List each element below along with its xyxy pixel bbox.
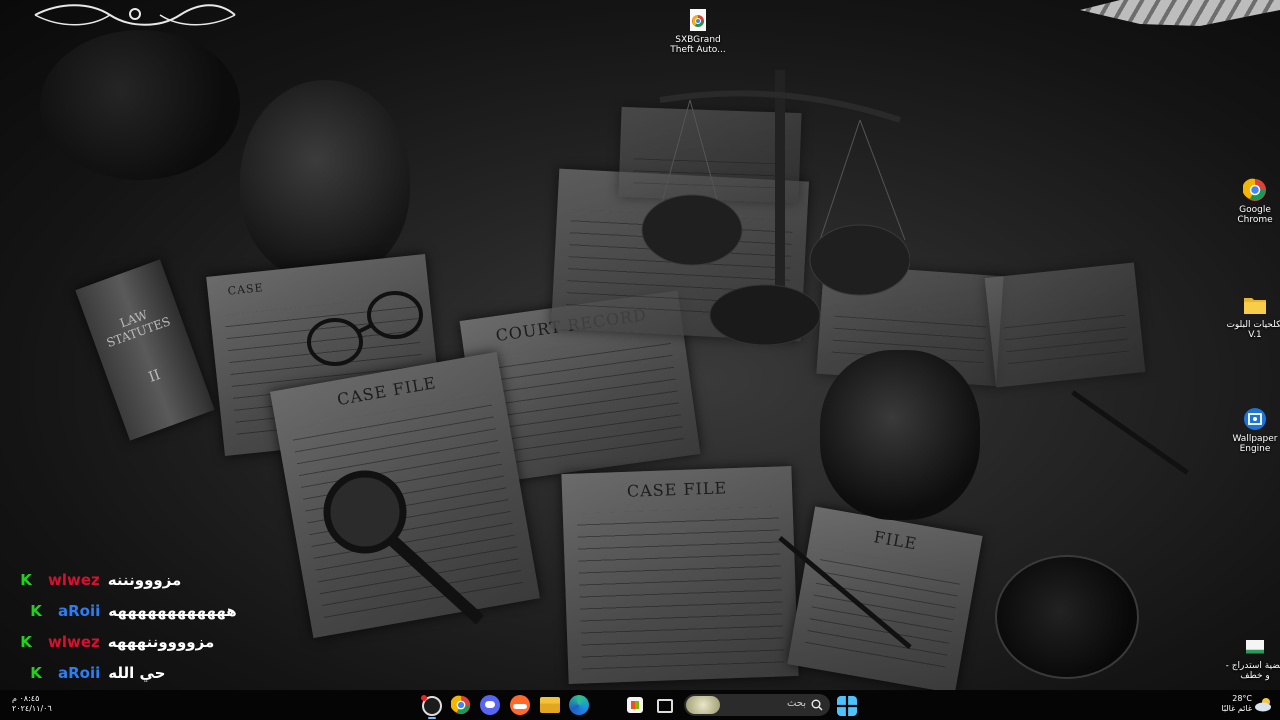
file-explorer-icon[interactable]: [540, 697, 560, 713]
chat-text: ههههههههههههه: [108, 602, 237, 620]
discord-icon[interactable]: [480, 695, 500, 715]
record-dot-icon: [421, 695, 427, 701]
kick-badge-icon: K: [20, 571, 32, 589]
document-icon: [1246, 640, 1264, 654]
desktop-icon-document[interactable]: قضية استدراج - و خطف: [1224, 640, 1280, 681]
cloud-sun-icon: [1255, 698, 1271, 712]
edge-icon[interactable]: [569, 695, 589, 715]
taskbar-active-indicator: [428, 717, 436, 719]
chat-message: K wlwez مزووووننهههه: [18, 631, 214, 653]
paper-case-file: CASE FILE: [561, 466, 799, 684]
globe-shape: [40, 30, 240, 180]
folder-icon: [1244, 298, 1266, 314]
wallpaper-engine-icon: [1244, 408, 1266, 430]
cloud-app-icon[interactable]: [510, 695, 530, 715]
pen: [1071, 390, 1189, 475]
scales-of-justice: [641, 70, 910, 346]
chat-text: مزووونننه: [107, 571, 182, 589]
law-book-title: LAW STATUTES: [104, 307, 173, 351]
clock[interactable]: ٠٨:٤٥ م ٢٠٢٤/١١/٠٦: [12, 694, 52, 714]
search-placeholder: بحث: [786, 698, 806, 709]
clock-time: ٠٨:٤٥ م: [12, 694, 40, 703]
desktop-icon-label: تكلحيات البلوت V.1: [1226, 320, 1280, 340]
ornament-decoration: [34, 4, 236, 26]
paper-file: FILE: [787, 506, 983, 690]
chrome-icon[interactable]: [451, 695, 471, 715]
weather-widget[interactable]: 28°C غائم غالبًا: [1210, 693, 1274, 717]
search-highlight-image: [686, 696, 720, 714]
paper-background: [984, 262, 1146, 388]
desktop-icon-wallpaper-engine[interactable]: Wallpaper Engine: [1224, 407, 1280, 454]
search-icon: [811, 699, 823, 711]
feather-decoration: [1080, 0, 1280, 26]
task-view-icon[interactable]: [657, 699, 673, 713]
chat-message: K aRoii حي الله: [28, 662, 165, 684]
kick-badge-icon: K: [30, 664, 42, 682]
document-icon: [690, 9, 706, 31]
chat-text: مزووووننهههه: [107, 633, 215, 651]
desktop-icon-folder[interactable]: تكلحيات البلوت V.1: [1224, 293, 1280, 340]
kick-badge-icon: K: [30, 602, 42, 620]
store-icon[interactable]: [627, 697, 643, 713]
desktop-icon-label: قضية استدراج - و خطف: [1225, 661, 1280, 681]
clock-date: ٢٠٢٤/١١/٠٦: [12, 704, 52, 713]
desktop-icon-label: Wallpaper Engine: [1232, 434, 1278, 454]
law-book-volume: II: [146, 366, 163, 386]
paper-title: CASE FILE: [626, 478, 728, 501]
taskbar: ٠٨:٤٥ م ٢٠٢٤/١١/٠٦ بحث 28°C غائم غالبًا: [0, 690, 1280, 720]
chrome-icon: [1243, 178, 1266, 201]
desktop-icon-label: Google Chrome: [1237, 205, 1273, 225]
chat-text: حي الله: [108, 664, 166, 682]
chat-username: aRoii: [58, 602, 101, 620]
gavel: [820, 350, 980, 520]
taskbar-search[interactable]: بحث: [684, 694, 830, 716]
windows-start-icon[interactable]: [837, 696, 857, 716]
chat-username: aRoii: [58, 664, 101, 682]
chat-message: K aRoii ههههههههههههه: [28, 600, 237, 622]
magnifying-glass: [323, 470, 485, 625]
chat-username: wlwez: [48, 633, 100, 651]
taskbar-app-obs[interactable]: [421, 695, 442, 716]
kick-badge-icon: K: [20, 633, 32, 651]
chat-username: wlwez: [48, 571, 100, 589]
desktop-icon-sxbgrand[interactable]: SXBGrand Theft Auto...: [667, 8, 729, 55]
desktop-icon-google-chrome[interactable]: Google Chrome: [1224, 178, 1280, 225]
hat-shape: [240, 80, 410, 280]
weather-desc: غائم غالبًا: [1221, 704, 1252, 713]
weather-temp: 28°C: [1232, 694, 1252, 703]
desktop-icon-label: SXBGrand Theft Auto...: [670, 35, 726, 55]
chat-message: K wlwez مزووونننه: [18, 569, 181, 591]
law-book: LAW STATUTES II: [75, 259, 215, 441]
glasses: [307, 291, 423, 366]
desktop-wallpaper: LAW STATUTES II CASE COURT RECORD CASE F…: [0, 0, 1280, 690]
inkwell: [995, 555, 1139, 679]
